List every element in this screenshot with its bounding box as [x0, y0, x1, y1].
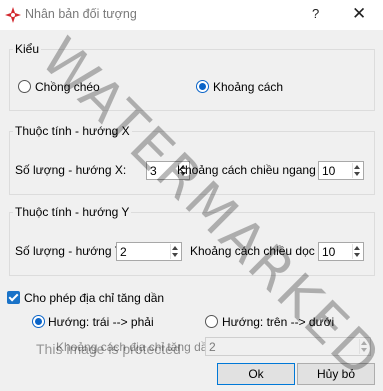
increment-checkbox-label[interactable]: Cho phép địa chỉ tăng dần	[24, 291, 164, 305]
overlap-radio[interactable]	[18, 80, 31, 93]
y-spacing-arrows[interactable]	[352, 244, 362, 259]
step-arrows[interactable]	[359, 339, 369, 354]
y-count-value[interactable]: 2	[120, 245, 127, 259]
x-spacing-arrows[interactable]	[352, 163, 362, 178]
dir-top-bottom-label[interactable]: Hướng: trên --> dưới	[222, 315, 334, 329]
step-spinbox[interactable]: 2	[205, 337, 371, 356]
app-logo-icon	[5, 7, 21, 23]
x-group-title: Thuộc tính - hướng X	[13, 124, 132, 138]
dir-top-bottom-radio[interactable]	[205, 315, 218, 328]
y-count-spinbox[interactable]: 2	[116, 242, 182, 261]
y-spacing-label: Khoảng cách chiều dọc Y:	[190, 244, 329, 258]
x-spacing-value[interactable]: 10	[322, 164, 335, 178]
x-spacing-label: Khoảng cách chiều ngang X:	[177, 163, 331, 177]
kind-group: Kiểu Chồng chéo Khoảng cách	[9, 42, 375, 111]
step-value[interactable]: 2	[209, 340, 216, 354]
x-spacing-spinbox[interactable]: 10	[318, 161, 364, 180]
window-title: Nhân bản đối tượng	[25, 7, 137, 21]
y-spacing-spinbox[interactable]: 10	[318, 242, 364, 261]
spin-up-icon[interactable]	[354, 246, 360, 250]
spin-up-icon[interactable]	[361, 341, 367, 345]
step-label: Khoảng cách địa chỉ tăng dần:	[56, 340, 218, 354]
title-bar: Nhân bản đối tượng ? ✕	[0, 0, 383, 30]
spin-down-icon[interactable]	[354, 172, 360, 176]
spacing-label[interactable]: Khoảng cách	[213, 80, 283, 94]
spin-down-icon[interactable]	[354, 253, 360, 257]
y-count-label: Số lượng - hướng Y:	[15, 244, 126, 258]
x-count-label: Số lượng - hướng X:	[15, 163, 127, 177]
increment-checkbox[interactable]	[7, 291, 20, 304]
y-group-title: Thuộc tính - hướng Y	[13, 205, 132, 219]
y-direction-group: Thuộc tính - hướng Y Số lượng - hướng Y:…	[9, 205, 375, 276]
spin-down-icon[interactable]	[172, 253, 178, 257]
x-direction-group: Thuộc tính - hướng X Số lượng - hướng X:…	[9, 124, 375, 195]
close-button[interactable]: ✕	[352, 4, 366, 24]
kind-group-title: Kiểu	[13, 42, 42, 56]
spin-down-icon[interactable]	[361, 348, 367, 352]
dir-left-right-radio[interactable]	[32, 315, 45, 328]
y-count-arrows[interactable]	[170, 244, 180, 259]
x-count-value[interactable]: 3	[150, 164, 157, 178]
spin-up-icon[interactable]	[354, 165, 360, 169]
help-button[interactable]: ?	[312, 6, 319, 21]
dir-left-right-label[interactable]: Hướng: trái --> phải	[48, 315, 154, 329]
ok-button[interactable]: Ok	[217, 363, 295, 385]
spacing-radio[interactable]	[196, 80, 209, 93]
cancel-button[interactable]: Hủy bỏ	[297, 363, 375, 385]
overlap-label[interactable]: Chồng chéo	[35, 80, 100, 94]
y-spacing-value[interactable]: 10	[322, 245, 335, 259]
spin-up-icon[interactable]	[172, 246, 178, 250]
